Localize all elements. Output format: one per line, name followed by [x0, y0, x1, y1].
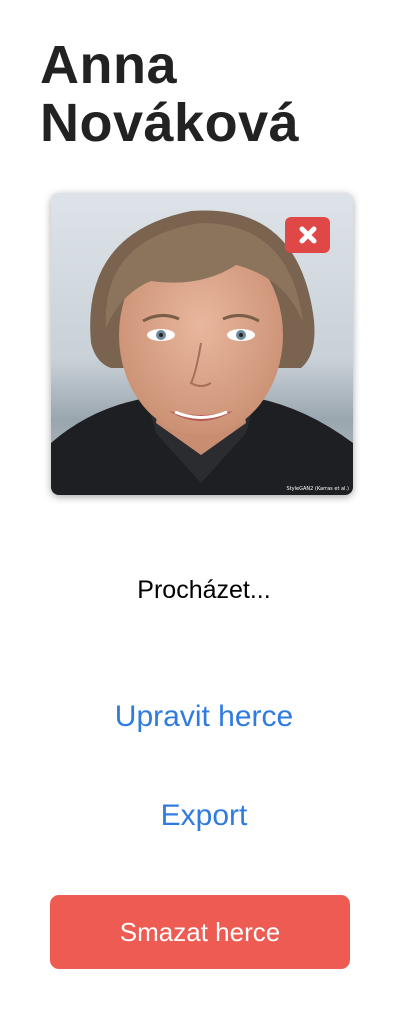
remove-photo-button[interactable] — [285, 217, 330, 253]
page-title: Anna Nováková — [40, 36, 380, 152]
edit-actor-link[interactable]: Upravit herce — [0, 700, 408, 734]
actor-first-name: Anna — [40, 35, 177, 95]
export-link[interactable]: Export — [0, 799, 408, 833]
delete-actor-button[interactable]: Smazat herce — [50, 895, 350, 969]
browse-file-button[interactable]: Procházet... — [0, 576, 408, 605]
close-x-icon — [299, 226, 316, 244]
photo-watermark: StyleGAN2 (Karras et al.) — [286, 486, 349, 492]
actor-last-name: Nováková — [40, 93, 300, 153]
